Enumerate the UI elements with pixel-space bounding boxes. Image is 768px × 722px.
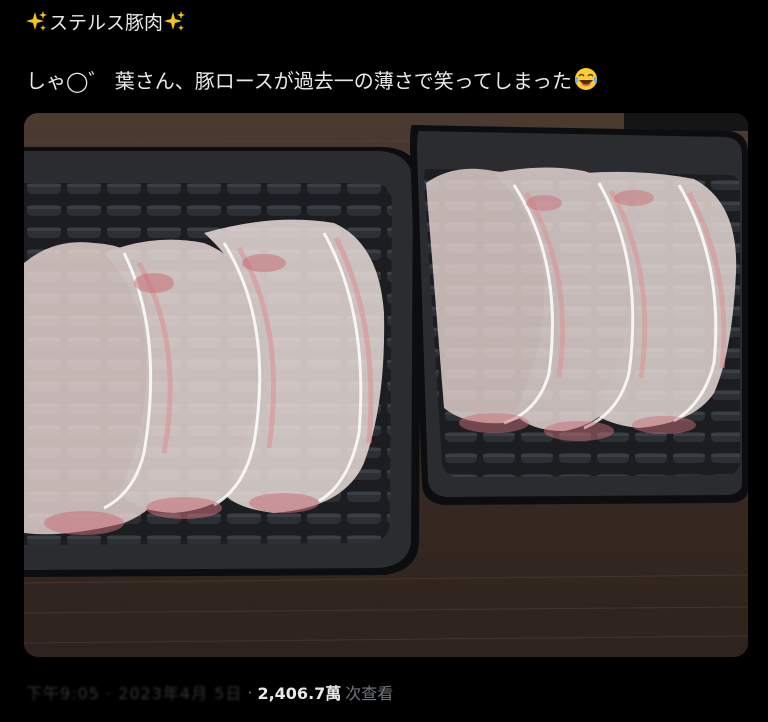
tweet-author-name[interactable]: ステルス豚肉 [49, 8, 163, 35]
meta-separator-dot: · [247, 682, 253, 702]
tweet-meta-line: 下午9:05 · 2023年4月 5日 · 2,406.7萬 次查看 [26, 680, 393, 704]
tweet-views-label: 次查看 [345, 684, 394, 703]
sparkles-icon [164, 10, 186, 32]
tweet-views-count: 2,406.7萬 [257, 684, 342, 703]
face-with-tears-of-joy-icon [574, 67, 598, 91]
sparkles-icon [26, 10, 48, 32]
tweet-text-line: しゃ◯゛ 葉さん、豚ロースが過去一の薄さで笑ってしまった [26, 64, 598, 94]
tweet-text: しゃ◯゛ 葉さん、豚ロースが過去一の薄さで笑ってしまった [26, 68, 572, 93]
photo-two-trays-of-thin-pork-slices [24, 113, 748, 657]
tweet-author-line: ステルス豚肉 [26, 7, 186, 35]
tweet-media-photo[interactable] [24, 113, 748, 657]
tweet-timestamp[interactable]: 下午9:05 · 2023年4月 5日 [26, 680, 242, 704]
